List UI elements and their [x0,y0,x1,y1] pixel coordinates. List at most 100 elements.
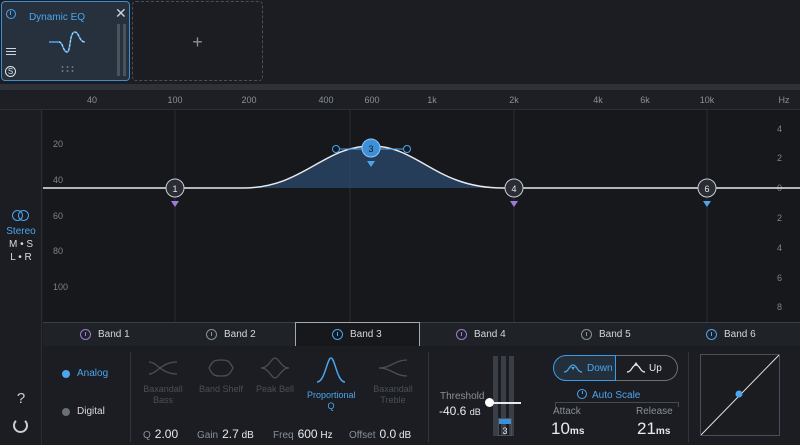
digital-radio[interactable] [62,408,70,416]
threshold-label: Threshold [440,391,485,402]
left-right-toggle[interactable]: L • R [0,252,42,263]
stereo-icon[interactable] [12,210,30,222]
digital-label[interactable]: Digital [77,406,105,417]
band-power-icon[interactable] [456,329,467,340]
gain-unit: dB [241,430,254,441]
freq-label: 100 [167,95,183,105]
q-value[interactable]: 2.00 [155,427,178,441]
freq-param[interactable]: Freq 600 Hz [273,427,333,441]
eq-thumbnail-icon [49,31,86,53]
q-handle-right[interactable] [403,145,411,153]
shape-label: Band Shelf [198,384,244,394]
freq-label: 400 [318,95,334,105]
band-node-6[interactable]: 6 [697,178,717,207]
add-module-icon[interactable]: + [133,32,262,53]
shape-label: Proportional Q [307,390,356,411]
attack-value[interactable]: 10ms [551,419,584,439]
tab-label: Band 5 [599,329,631,340]
dynamic-eq-module[interactable]: Dynamic EQ ✕ S [1,1,130,81]
shape-peak-bell[interactable]: Peak Bell [251,356,299,395]
divider [428,352,429,442]
tab-band-5[interactable]: Band 5 [545,323,670,347]
offset-label: Offset [349,430,376,441]
tab-band-6[interactable]: Band 6 [670,323,800,347]
reset-icon[interactable] [13,418,28,433]
node-label: 3 [368,144,373,154]
band-node-1[interactable]: 1 [165,178,185,207]
q-handle-left[interactable] [332,145,340,153]
mid-side-toggle[interactable]: M • S [0,239,42,250]
solo-icon[interactable]: S [5,66,16,77]
gain-label: 8 [777,302,782,312]
close-icon[interactable]: ✕ [115,5,127,22]
threshold-value[interactable]: -40.6 dB [439,404,481,418]
q-label: Q [143,430,151,441]
empty-module-slot[interactable]: + [132,1,263,81]
level-label: 100 [53,282,68,292]
band-power-icon[interactable] [80,329,91,340]
shape-band-shelf[interactable]: Band Shelf [197,356,245,395]
offset-value[interactable]: 0.0 [380,427,397,441]
tab-band-3[interactable]: Band 3 [295,322,420,347]
attack-label: Attack [553,406,581,417]
gain-param[interactable]: Gain 2.7 dB [197,427,254,441]
band-power-icon[interactable] [206,329,217,340]
band-badge: 3 [498,418,512,436]
freq-value[interactable]: 600 [298,427,318,441]
release-value[interactable]: 21ms [637,419,670,439]
release-unit: ms [655,426,671,437]
level-label: 60 [53,211,63,221]
gain-value[interactable]: 2.7 [222,427,239,441]
band-power-icon[interactable] [581,329,592,340]
auto-scale-toggle[interactable]: Auto Scale [577,389,640,401]
q-param[interactable]: Q 2.00 [143,427,178,441]
down-label: Down [587,363,613,374]
transfer-point[interactable] [735,390,743,398]
band-power-icon[interactable] [706,329,717,340]
up-button[interactable]: Up [616,355,678,381]
shape-baxandall-treble[interactable]: Baxandall Treble [369,356,417,406]
drag-handle-icon[interactable] [60,65,74,73]
list-icon[interactable] [6,48,16,57]
freq-label: 2k [509,95,519,105]
shape-proportional-q[interactable]: Proportional Q [307,356,356,412]
threshold-knob[interactable] [485,398,494,407]
auto-scale-power-icon[interactable] [577,389,587,399]
tab-band-1[interactable]: Band 1 [43,323,170,347]
transfer-curve-display[interactable] [700,354,780,436]
module-strip: Dynamic EQ ✕ S + [0,0,800,86]
node-label: 4 [511,184,516,194]
shape-label: Peak Bell [255,384,295,394]
module-meter-left [117,24,120,76]
offset-param[interactable]: Offset 0.0 dB [349,427,411,441]
gain-label: Gain [197,430,219,441]
band-power-icon[interactable] [332,329,343,340]
auto-scale-label: Auto Scale [592,390,641,401]
module-title: Dynamic EQ [28,12,86,23]
band-node-4[interactable]: 4 [504,178,524,207]
release-label: Release [636,406,673,417]
level-label: 20 [53,139,63,149]
analog-radio[interactable] [62,370,70,378]
tab-label: Band 3 [350,329,382,340]
help-icon[interactable]: ? [0,390,42,407]
divider [130,352,131,442]
baxandall-treble-icon [378,359,408,377]
freq-label: 4k [593,95,603,105]
gain-label: 4 [777,124,782,134]
shape-baxandall-bass[interactable]: Baxandall Bass [139,356,187,406]
freq-unit: Hz [778,95,790,105]
freq-label: 200 [241,95,257,105]
tab-band-2[interactable]: Band 2 [170,323,295,347]
freq-label: 1k [427,95,437,105]
gain-label: 2 [777,153,782,163]
proportional-q-icon [316,357,346,383]
down-button[interactable]: Down [553,355,616,381]
release-number: 21 [637,419,656,438]
tab-band-4[interactable]: Band 4 [420,323,545,347]
freq-label: 600 [364,95,380,105]
analog-label[interactable]: Analog [77,368,108,379]
stereo-mode-label[interactable]: Stereo [0,226,42,237]
eq-graph[interactable]: 20 40 60 80 100 4 2 0 2 4 6 8 1 3 4 6 [43,110,800,322]
divider [688,352,689,442]
